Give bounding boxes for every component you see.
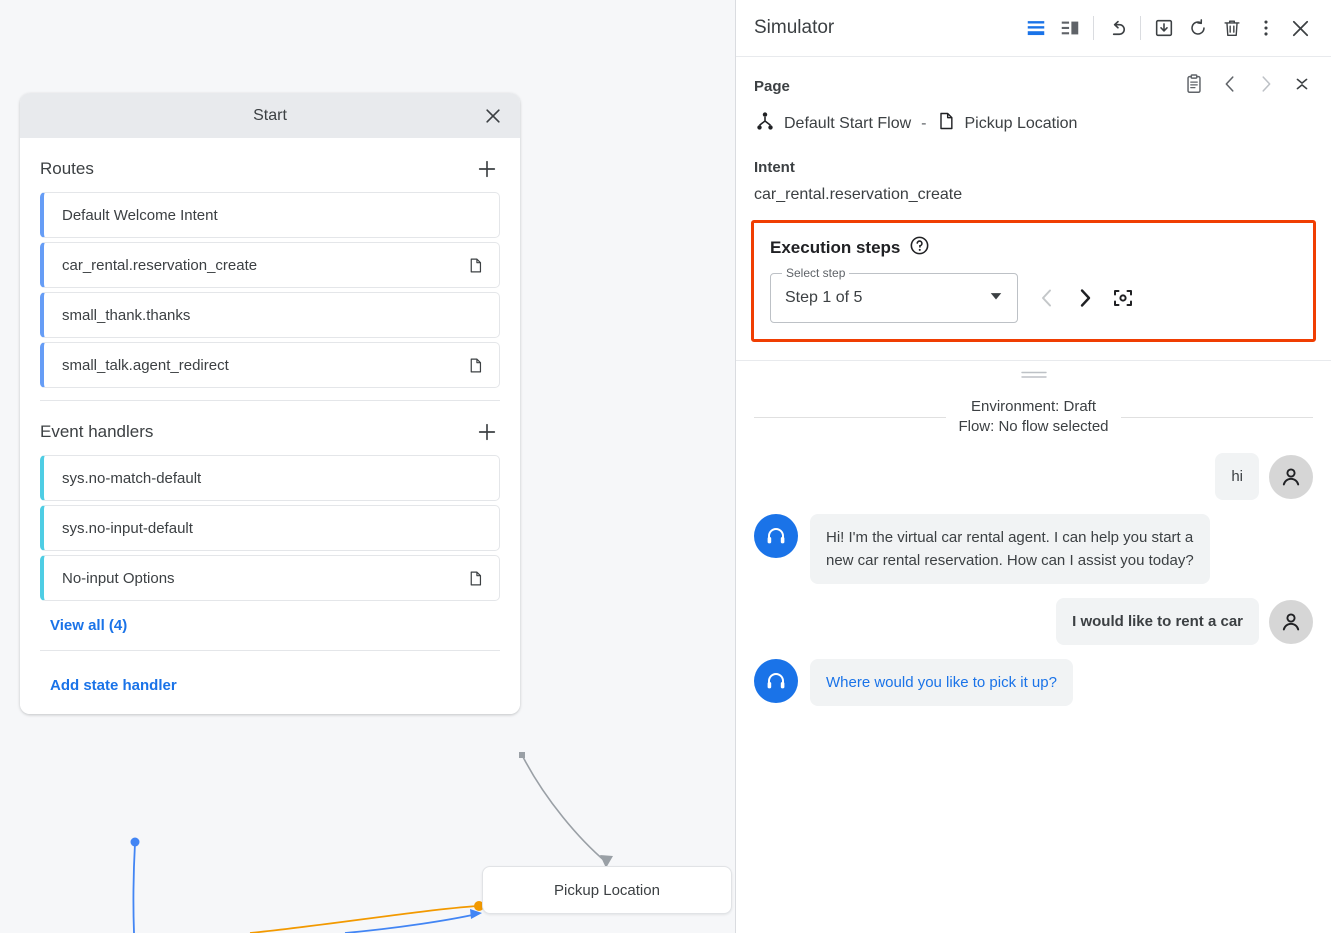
close-icon[interactable]	[480, 103, 506, 129]
more-vert-icon[interactable]	[1249, 11, 1283, 45]
routes-title: Routes	[40, 159, 94, 179]
simulator-panel: Simulator	[735, 0, 1331, 933]
divider-line-right	[1121, 417, 1313, 418]
divider-line-left	[754, 417, 946, 418]
routes-list: Default Welcome Intent car_rental.reserv…	[40, 192, 500, 388]
route-label: small_thank.thanks	[62, 307, 485, 324]
chat-message-agent: Where would you like to pick it up?	[754, 659, 1313, 706]
event-handler-label: sys.no-match-default	[62, 470, 485, 487]
start-node-title: Start	[253, 107, 287, 125]
route-label: small_talk.agent_redirect	[62, 357, 465, 374]
page-icon	[465, 255, 485, 275]
plus-icon[interactable]	[474, 419, 500, 445]
breadcrumb-separator: -	[921, 115, 926, 133]
event-handler-row[interactable]: No-input Options	[40, 555, 500, 601]
route-label: car_rental.reservation_create	[62, 257, 465, 274]
chat-message-user: I would like to rent a car	[754, 598, 1313, 645]
chat-bubble[interactable]: Where would you like to pick it up?	[810, 659, 1073, 706]
next-step-button[interactable]	[1068, 281, 1102, 315]
page-icon	[465, 568, 485, 588]
execution-steps-title: Execution steps	[770, 238, 900, 258]
intent-value: car_rental.reservation_create	[754, 186, 1313, 204]
prev-step-button[interactable]	[1030, 281, 1064, 315]
section-routes: Routes Default Welcome Intent car_rental…	[20, 138, 520, 388]
event-handler-row[interactable]: sys.no-input-default	[40, 505, 500, 551]
start-node-body: Routes Default Welcome Intent car_rental…	[20, 138, 520, 714]
page-doc-icon	[936, 111, 956, 136]
clipboard-icon[interactable]	[1183, 73, 1205, 100]
page-section: Page Default Start Flow	[736, 57, 1331, 204]
collapse-icon[interactable]	[1291, 73, 1313, 100]
flow-icon	[754, 110, 776, 137]
start-node-header: Start	[20, 93, 520, 138]
chat-bubble: I would like to rent a car	[1056, 598, 1259, 645]
route-row[interactable]: Default Welcome Intent	[40, 192, 500, 238]
chat-bubble: hi	[1215, 453, 1259, 500]
route-row[interactable]: small_talk.agent_redirect	[40, 342, 500, 388]
route-label: Default Welcome Intent	[62, 207, 485, 224]
center-focus-icon[interactable]	[1106, 281, 1140, 315]
execution-steps-header: Execution steps	[770, 235, 1297, 261]
breadcrumb: Default Start Flow - Pickup Location	[754, 110, 1313, 137]
chevron-left-icon[interactable]	[1219, 73, 1241, 100]
add-state-handler-link[interactable]: Add state handler	[20, 651, 520, 694]
avatar	[1269, 455, 1313, 499]
chat-bubble: Hi! I'm the virtual car rental agent. I …	[810, 514, 1210, 584]
event-handler-row[interactable]: sys.no-match-default	[40, 455, 500, 501]
toolbar-divider	[1093, 16, 1094, 40]
event-handler-label: sys.no-input-default	[62, 520, 485, 537]
breadcrumb-page-name[interactable]: Pickup Location	[964, 115, 1077, 133]
toolbar-divider	[1140, 16, 1141, 40]
chat-message-agent: Hi! I'm the virtual car rental agent. I …	[754, 514, 1313, 584]
event-handler-label: No-input Options	[62, 570, 465, 587]
pickup-location-label: Pickup Location	[554, 882, 660, 899]
select-step-label: Select step	[782, 266, 849, 280]
agent-avatar	[754, 659, 798, 703]
chevron-right-icon[interactable]	[1255, 73, 1277, 100]
route-row[interactable]: small_thank.thanks	[40, 292, 500, 338]
environment-text: Environment: Draft Flow: No flow selecte…	[958, 397, 1108, 437]
chat-message-user: hi	[754, 453, 1313, 500]
view-all-link[interactable]: View all (4)	[40, 601, 500, 638]
routes-header: Routes	[40, 138, 500, 192]
simulator-title: Simulator	[754, 17, 1019, 39]
intent-label: Intent	[754, 159, 1313, 176]
environment-divider: Environment: Draft Flow: No flow selecte…	[754, 397, 1313, 437]
event-handlers-header: Event handlers	[40, 401, 500, 455]
chevron-down-icon	[989, 289, 1003, 308]
page-label: Page	[754, 78, 790, 95]
plus-icon[interactable]	[474, 156, 500, 182]
chat-transcript[interactable]: Environment: Draft Flow: No flow selecte…	[736, 375, 1331, 933]
page-icon	[465, 355, 485, 375]
page-icon-group	[1183, 73, 1313, 100]
route-row[interactable]: car_rental.reservation_create	[40, 242, 500, 288]
section-event-handlers: Event handlers sys.no-match-default sys.…	[20, 401, 520, 638]
page-header-row: Page	[754, 73, 1313, 100]
event-handlers-list: sys.no-match-default sys.no-input-defaul…	[40, 455, 500, 601]
save-icon[interactable]	[1147, 11, 1181, 45]
start-node-card[interactable]: Start Routes Default Welcome Intent	[20, 93, 520, 714]
pickup-location-node[interactable]: Pickup Location	[482, 866, 732, 914]
undo-icon[interactable]	[1100, 11, 1134, 45]
select-step-value: Step 1 of 5	[785, 289, 989, 307]
restart-icon[interactable]	[1181, 11, 1215, 45]
execution-steps-panel: Execution steps Select step Step 1 of 5	[751, 220, 1316, 342]
simulator-header: Simulator	[736, 0, 1331, 57]
avatar	[1269, 600, 1313, 644]
layout-rows-icon[interactable]	[1019, 11, 1053, 45]
step-nav-group	[1030, 281, 1140, 315]
flow-canvas[interactable]: Start Routes Default Welcome Intent	[0, 0, 735, 933]
breadcrumb-flow-name[interactable]: Default Start Flow	[784, 115, 911, 133]
help-circle-icon[interactable]	[909, 235, 930, 261]
agent-avatar	[754, 514, 798, 558]
delete-icon[interactable]	[1215, 11, 1249, 45]
event-handlers-title: Event handlers	[40, 422, 153, 442]
drag-handle-icon[interactable]	[1021, 367, 1047, 385]
step-selector-row: Select step Step 1 of 5	[770, 273, 1297, 323]
close-icon[interactable]	[1283, 11, 1317, 45]
panel-resize-area[interactable]	[736, 361, 1331, 375]
layout-split-icon[interactable]	[1053, 11, 1087, 45]
select-step-dropdown[interactable]: Select step Step 1 of 5	[770, 273, 1018, 323]
